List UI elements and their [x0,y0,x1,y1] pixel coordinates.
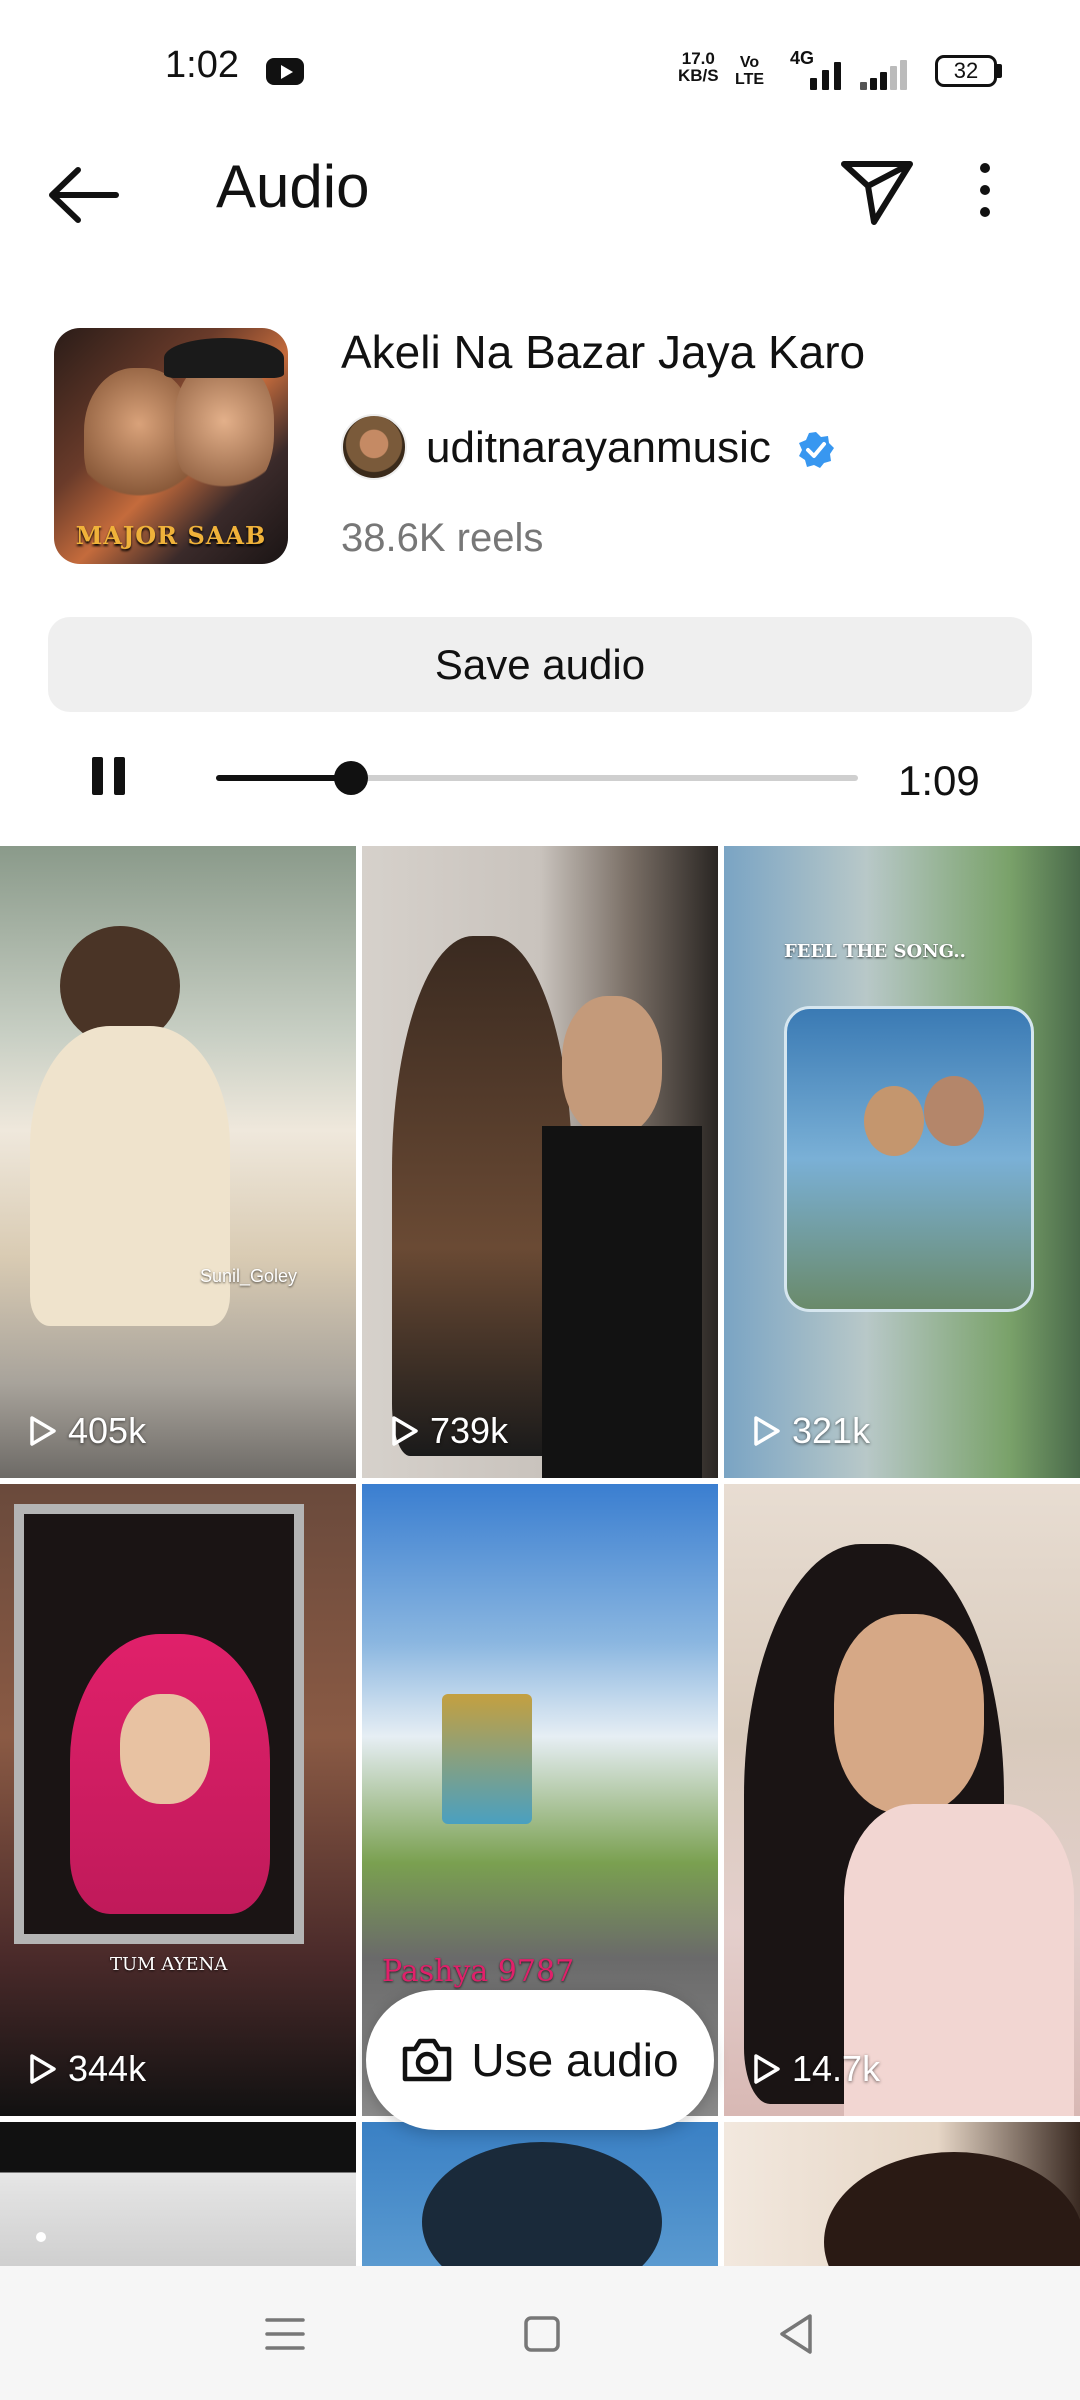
reel-tile[interactable] [0,2122,356,2266]
paper-plane-icon [841,161,913,225]
play-outline-icon [30,2054,56,2084]
pause-button[interactable] [92,757,126,795]
reel-tile[interactable]: 739k [362,846,718,1478]
system-nav-bar [0,2266,1080,2400]
square-home-icon [524,2316,560,2352]
status-bar: 1:02 17.0 KB/S Vo LTE 4G 32 [0,0,1080,140]
reel-tile[interactable]: 14.7k [724,1484,1080,2116]
cover-title: MAJOR SAAB [75,521,267,550]
page-title: Audio [216,153,370,220]
status-time: 1:02 [165,44,239,86]
play-outline-icon [754,2054,780,2084]
arrow-left-icon [49,167,119,223]
audio-cover-art[interactable]: MAJOR SAAB [54,328,288,564]
reel-tile[interactable] [724,2122,1080,2266]
view-count: 14.7k [748,2048,880,2090]
progress-fill [216,775,351,781]
use-audio-button[interactable]: Use audio [366,1990,714,2130]
play-outline-icon [392,1416,418,1446]
reel-tile[interactable]: Sunil_Goley 405k [0,846,356,1478]
play-outline-icon [30,1416,56,1446]
network-speed: 17.0 KB/S [678,49,719,85]
artist-avatar[interactable] [341,414,407,480]
reel-tile[interactable]: TUM AYENA 344k [0,1484,356,2116]
menu-icon [265,2318,305,2350]
system-back-button[interactable] [768,2306,828,2362]
triangle-back-icon [780,2314,812,2354]
youtube-notification-icon [266,58,304,85]
use-audio-label: Use audio [471,2034,679,2086]
reels-count: 38.6K reels [341,516,544,560]
battery-tip [997,64,1002,78]
song-title: Akeli Na Bazar Jaya Karo [341,326,866,378]
more-options-button[interactable] [960,150,1010,230]
battery-icon: 32 [935,55,997,87]
signal-icon [800,56,920,90]
view-count: 405k [24,1410,146,1452]
back-button[interactable] [40,160,130,230]
save-audio-button[interactable]: Save audio [48,617,1032,712]
camera-icon [403,2038,452,2082]
artist-name[interactable]: uditnarayanmusic [426,423,771,473]
home-button[interactable] [512,2306,572,2362]
play-outline-icon [754,1416,780,1446]
view-count: 344k [24,2048,146,2090]
reel-tile[interactable] [362,2122,718,2266]
volte-indicator: Vo LTE [735,54,765,88]
share-button[interactable] [838,150,918,230]
more-vertical-icon [980,163,990,217]
view-count: 321k [748,1410,870,1452]
recent-apps-button[interactable] [255,2306,315,2362]
view-count: 739k [386,1410,508,1452]
reel-tile[interactable]: FEEL THE SONG.. 321k [724,846,1080,1478]
audio-duration: 1:09 [898,757,980,804]
verified-badge-icon [796,430,836,470]
progress-thumb[interactable] [333,761,368,795]
